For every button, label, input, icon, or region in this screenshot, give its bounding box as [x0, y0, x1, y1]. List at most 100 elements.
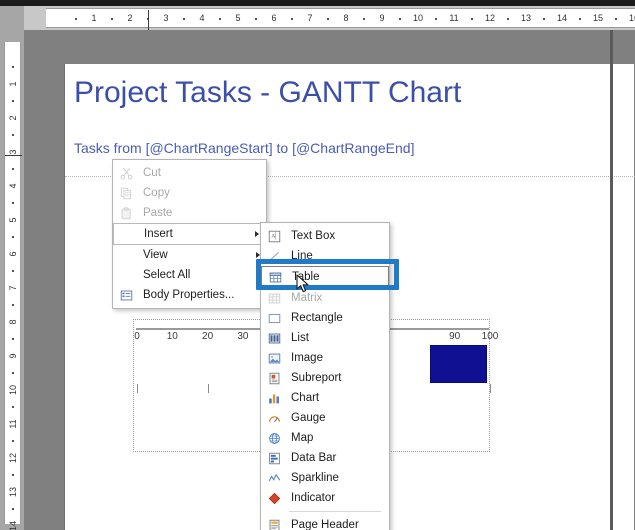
menu-item-label: View: [143, 249, 168, 261]
menu-item-table[interactable]: Table: [261, 266, 389, 288]
ruler-tick: [11, 508, 14, 510]
matrix-icon: [261, 288, 287, 308]
chart-axis-label: 30: [237, 331, 249, 342]
ruler-number: 7: [7, 285, 18, 291]
menu-item-label: Gauge: [291, 412, 326, 424]
ruler-tick: [11, 338, 14, 340]
menu-item-gauge[interactable]: Gauge: [261, 408, 389, 428]
chart-axis-label: 90: [449, 331, 461, 342]
menu-item-page-header[interactable]: Page Header: [261, 515, 389, 530]
menu-item-list[interactable]: List: [261, 328, 389, 348]
chart-axis-tick: [137, 384, 138, 393]
horizontal-ruler[interactable]: 12345678910111213141516: [24, 6, 635, 30]
ruler-tick: [399, 18, 401, 20]
ruler-number: 11: [449, 13, 459, 23]
menu-item-select-all[interactable]: Select All: [113, 265, 266, 285]
ruler-number: 9: [379, 13, 385, 23]
rectangle-icon: [261, 308, 287, 328]
ruler-number: 14: [556, 13, 568, 23]
screenshot-root: 12345678910111213141516 1234567891011121…: [0, 0, 635, 530]
page-margin-marker: [5, 155, 22, 157]
menu-item-label: Sparkline: [291, 472, 339, 484]
menu-item-label: Chart: [291, 392, 320, 404]
chart-axis-label: 100: [481, 331, 499, 342]
menu-item-image[interactable]: Image: [261, 348, 389, 368]
menu-item-label: Paste: [143, 207, 173, 219]
ruler-number: 4: [199, 13, 205, 23]
ruler-number: 14: [7, 520, 18, 530]
menu-item-label: Data Bar: [291, 452, 337, 464]
indicator-icon: [261, 488, 287, 508]
menu-item-view[interactable]: View: [113, 245, 266, 265]
vertical-ruler[interactable]: 1 2 3 4 5 6 7 8 9 10 11 12 13 14: [0, 30, 24, 530]
page-right-edge: [610, 30, 613, 530]
ruler-number: 2: [127, 13, 133, 23]
menu-item-rectangle[interactable]: Rectangle: [261, 308, 389, 328]
menu-item-data-bar[interactable]: Data Bar: [261, 448, 389, 468]
ruler-tick: [11, 66, 14, 68]
ruler-number: 10: [7, 384, 18, 396]
menu-item-chart[interactable]: Chart: [261, 388, 389, 408]
ruler-tick: [11, 406, 14, 408]
menu-item-subreport[interactable]: Subreport: [261, 368, 389, 388]
menu-item-icon-placeholder: [113, 245, 139, 265]
menu-item-text-box[interactable]: A Text Box: [261, 226, 389, 246]
chart-icon: [261, 388, 287, 408]
ruler-tick: [111, 18, 113, 20]
report-title[interactable]: Project Tasks - GANTT Chart: [74, 76, 461, 110]
menu-item-indicator[interactable]: Indicator: [261, 488, 389, 508]
scissors-icon: [113, 163, 139, 183]
ruler-number: 12: [7, 452, 18, 464]
ruler-number: 6: [271, 13, 277, 23]
paste-icon: [113, 203, 139, 223]
menu-item-icon-placeholder: [113, 265, 139, 285]
menu-item-body-properties[interactable]: Body Properties...: [113, 285, 266, 305]
ruler-number: 8: [343, 13, 349, 23]
menu-item-label: Body Properties...: [143, 289, 235, 301]
menu-item-cut: Cut: [113, 163, 266, 183]
insert-submenu[interactable]: A Text Box Line Table Matrix Rectangle List Ima…: [260, 222, 390, 530]
menu-item-map[interactable]: Map: [261, 428, 389, 448]
ruler-tick: [11, 202, 14, 204]
image-icon: [261, 348, 287, 368]
ruler-number: 7: [307, 13, 313, 23]
menu-item-label: Rectangle: [291, 312, 343, 324]
menu-item-line[interactable]: Line: [261, 246, 389, 266]
ruler-tick: [219, 18, 221, 20]
page-margin-marker: [148, 10, 149, 30]
ruler-tick: [11, 270, 14, 272]
chart-bar[interactable]: [430, 345, 487, 383]
line-icon: [261, 246, 287, 266]
ruler-tick: [11, 100, 14, 102]
menu-item-label: List: [291, 332, 309, 344]
ruler-number: 9: [7, 353, 18, 359]
ruler-number: 10: [412, 13, 424, 23]
ruler-tick: [11, 474, 14, 476]
list-icon: [261, 328, 287, 348]
menu-item-label: Insert: [144, 228, 173, 240]
menu-item-sparkline[interactable]: Sparkline: [261, 468, 389, 488]
ruler-number: 15: [592, 13, 604, 23]
ruler-number: 5: [7, 217, 18, 223]
ruler-number: 13: [7, 486, 18, 498]
menu-item-insert[interactable]: Insert: [113, 223, 266, 245]
ruler-number: 12: [484, 13, 496, 23]
menu-separator: [289, 511, 381, 512]
ruler-tick: [543, 18, 545, 20]
menu-item-label: Select All: [143, 269, 191, 281]
ruler-tick: [471, 18, 473, 20]
ruler-number: 4: [7, 183, 18, 189]
ruler-tick: [363, 18, 365, 20]
sparkline-icon: [261, 468, 287, 488]
ruler-tick: [75, 18, 77, 20]
ruler-corner: [0, 6, 24, 30]
chevron-right-icon: [255, 231, 259, 237]
table-icon: [262, 267, 288, 287]
gauge-icon: [261, 408, 287, 428]
body-context-menu[interactable]: Cut Copy Paste Insert View Select All Body Pro…: [112, 159, 267, 309]
menu-item-label: Indicator: [291, 492, 336, 504]
ruler-number: 13: [520, 13, 532, 23]
ruler-tick: [11, 168, 14, 170]
data-bar-icon: [261, 448, 287, 468]
report-subtitle[interactable]: Tasks from [@ChartRangeStart] to [@Chart…: [74, 140, 414, 156]
